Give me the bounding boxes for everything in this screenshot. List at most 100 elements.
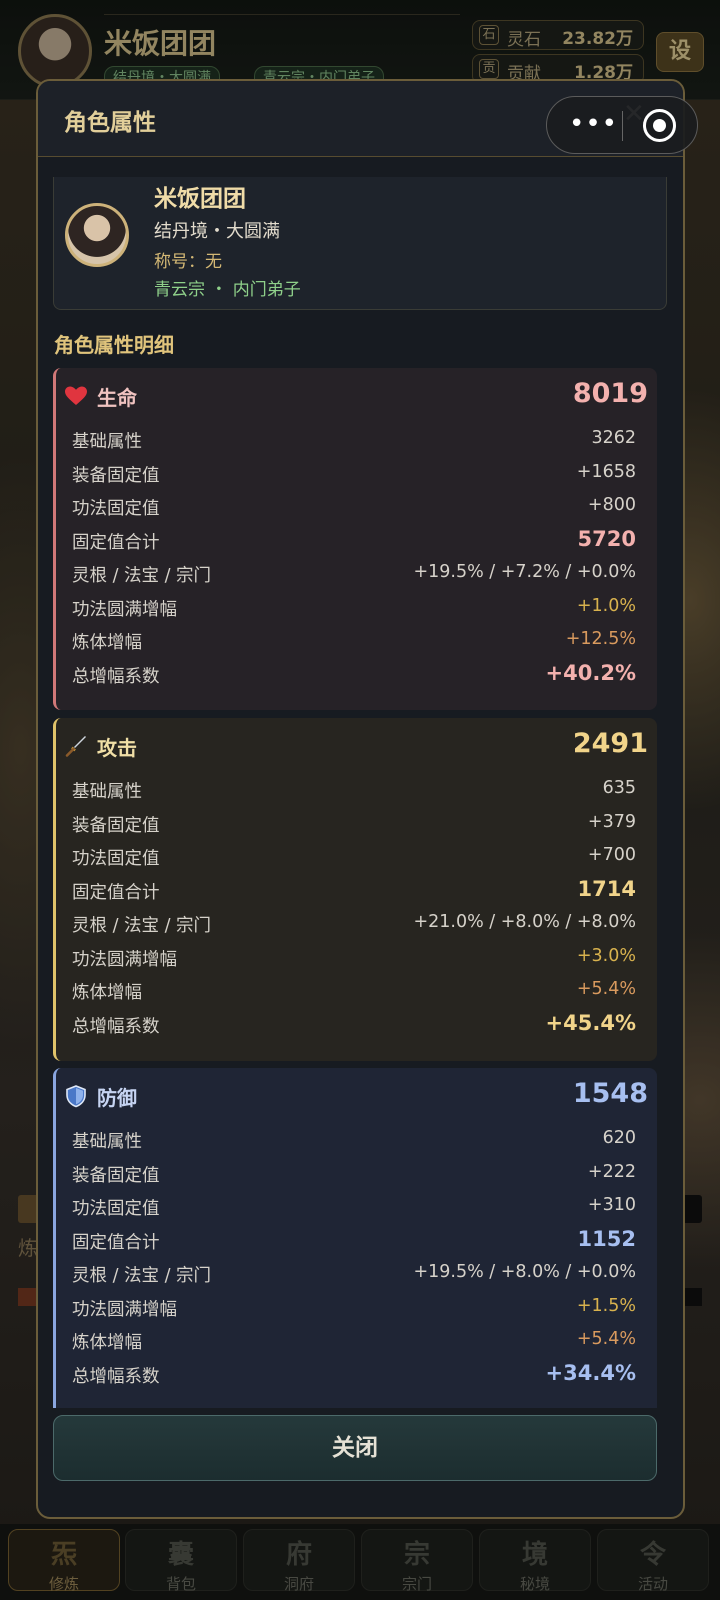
stat-row-value: +19.5% / +7.2% / +0.0% (413, 562, 636, 582)
stat-row-value: 3262 (591, 428, 636, 448)
stat-row-label: 装备固定值 (72, 815, 160, 836)
stat-row-label: 功法圆满增幅 (72, 599, 177, 620)
exit-target-icon[interactable] (643, 109, 676, 142)
stat-card-attack: 攻击 2491 基础属性 635 装备固定值 +379 功法固定值 +700 固定值合… (53, 718, 657, 1061)
stat-row-label: 炼体增幅 (72, 1333, 142, 1353)
stat-row-value: +379 (587, 811, 636, 832)
dialog-body[interactable]: 米饭团团 结丹境・大圆满 称号：无 青云宗 ・ 内门弟子 角色属性明细 生命 8… (38, 177, 683, 1517)
stat-total: 2491 (572, 728, 648, 759)
stat-row: 固定值合计 1152 (72, 1225, 636, 1259)
stat-row-value: +1.0% (576, 595, 636, 616)
stat-row-label: 功法固定值 (72, 1199, 160, 1219)
stat-row-value: +800 (587, 495, 636, 515)
stat-rows: 基础属性 3262 装备固定值 +1658 功法固定值 +800 固定值合计 5720 … (72, 424, 636, 692)
stat-row-label: 功法固定值 (72, 849, 160, 869)
stat-row-label: 灵根 / 法宝 / 宗门 (72, 1266, 212, 1286)
stat-row-value: +5.4% (576, 979, 636, 999)
stat-header: 防御 1548 (64, 1078, 648, 1118)
stat-row-value: +40.2% (545, 660, 636, 685)
stat-row: 基础属性 3262 (72, 424, 636, 458)
stat-row-value: +5.4% (576, 1329, 636, 1349)
capsule-divider (622, 111, 623, 141)
stat-row-label: 灵根 / 法宝 / 宗门 (72, 566, 212, 586)
stat-row-value: 1714 (577, 876, 636, 901)
stat-row: 炼体增幅 +12.5% (72, 625, 636, 659)
stat-row-label: 固定值合计 (72, 882, 160, 903)
stat-row: 功法圆满增幅 +1.5% (72, 1292, 636, 1326)
stat-row: 灵根 / 法宝 / 宗门 +19.5% / +8.0% / +0.0% (72, 1258, 636, 1292)
stat-row: 炼体增幅 +5.4% (72, 975, 636, 1009)
stat-row: 固定值合计 1714 (72, 875, 636, 909)
stat-row-label: 固定值合计 (72, 1232, 160, 1253)
stat-row-label: 固定值合计 (72, 532, 160, 553)
stat-row: 功法圆满增幅 +3.0% (72, 942, 636, 976)
stat-row-value: +12.5% (565, 629, 636, 649)
stat-row: 功法固定值 +800 (72, 491, 636, 525)
stat-row-value: 620 (602, 1128, 636, 1148)
shield-icon (66, 1085, 86, 1108)
stat-rows: 基础属性 620 装备固定值 +222 功法固定值 +310 固定值合计 1152 灵根… (72, 1124, 636, 1392)
stat-row-label: 功法固定值 (72, 499, 160, 519)
more-icon[interactable]: ••• (569, 109, 618, 139)
stat-row-value: +310 (587, 1195, 636, 1215)
stat-row: 功法圆满增幅 +1.0% (72, 592, 636, 626)
stat-card-hp: 生命 8019 基础属性 3262 装备固定值 +1658 功法固定值 +800 固定… (53, 368, 657, 710)
dialog-title: 角色属性 (64, 110, 156, 136)
stat-row: 灵根 / 法宝 / 宗门 +19.5% / +7.2% / +0.0% (72, 558, 636, 592)
stat-row-label: 功法圆满增幅 (72, 1299, 177, 1320)
stat-row-value: +34.4% (545, 1360, 636, 1385)
stat-row: 总增幅系数 +34.4% (72, 1359, 636, 1393)
stat-row-value: 635 (602, 778, 636, 798)
mini-program-capsule: ••• (546, 96, 698, 154)
stat-row-label: 总增幅系数 (72, 1366, 160, 1387)
stat-row-label: 功法圆满增幅 (72, 949, 177, 970)
stat-row: 装备固定值 +222 (72, 1158, 636, 1192)
stat-row: 功法固定值 +310 (72, 1191, 636, 1225)
stat-row-label: 基础属性 (72, 1132, 142, 1152)
stat-row-label: 灵根 / 法宝 / 宗门 (72, 916, 212, 936)
profile-card: 米饭团团 结丹境・大圆满 称号：无 青云宗 ・ 内门弟子 (53, 177, 667, 310)
stat-row: 基础属性 635 (72, 774, 636, 808)
heart-icon (65, 386, 87, 405)
close-button[interactable]: 关闭 (53, 1415, 657, 1481)
profile-realm: 结丹境・大圆满 (154, 221, 280, 242)
sword-icon (65, 736, 86, 757)
stat-row-label: 基础属性 (72, 432, 142, 452)
stat-header: 生命 8019 (64, 378, 648, 418)
stat-row-label: 基础属性 (72, 782, 142, 802)
character-attributes-dialog: 角色属性 ✕ 米饭团团 结丹境・大圆满 称号：无 青云宗 ・ 内门弟子 角色属性… (36, 79, 685, 1519)
stat-row-value: +45.4% (545, 1010, 636, 1035)
avatar (65, 203, 129, 267)
stat-row: 装备固定值 +379 (72, 808, 636, 842)
stat-rows: 基础属性 635 装备固定值 +379 功法固定值 +700 固定值合计 1714 灵根… (72, 774, 636, 1042)
stat-row-value: +700 (587, 845, 636, 865)
profile-name: 米饭团团 (154, 186, 246, 212)
stat-row-value: +19.5% / +8.0% / +0.0% (413, 1262, 636, 1282)
stat-total: 8019 (572, 378, 648, 409)
stat-name: 生命 (97, 386, 137, 410)
stat-row: 灵根 / 法宝 / 宗门 +21.0% / +8.0% / +8.0% (72, 908, 636, 942)
stat-name: 防御 (97, 1086, 137, 1110)
stat-row: 固定值合计 5720 (72, 525, 636, 559)
stat-row: 基础属性 620 (72, 1124, 636, 1158)
stat-row: 装备固定值 +1658 (72, 458, 636, 492)
stat-total: 1548 (572, 1078, 648, 1109)
stat-row-label: 炼体增幅 (72, 983, 142, 1003)
stat-row-value: +3.0% (576, 945, 636, 966)
stat-row-value: +1658 (576, 461, 636, 482)
stat-row-value: +21.0% / +8.0% / +8.0% (413, 912, 636, 932)
stat-row-value: 1152 (577, 1226, 636, 1251)
stat-row: 炼体增幅 +5.4% (72, 1325, 636, 1359)
stat-row: 功法固定值 +700 (72, 841, 636, 875)
stat-row-label: 总增幅系数 (72, 666, 160, 687)
stat-header: 攻击 2491 (64, 728, 648, 768)
stat-row-label: 装备固定值 (72, 465, 160, 486)
stat-row-value: +1.5% (576, 1295, 636, 1316)
profile-sect: 青云宗 ・ 内门弟子 (154, 280, 301, 300)
stat-row-label: 装备固定值 (72, 1165, 160, 1186)
stat-row-value: +222 (587, 1161, 636, 1182)
stat-card-defense: 防御 1548 基础属性 620 装备固定值 +222 功法固定值 +310 固定值合… (53, 1068, 657, 1408)
stat-name: 攻击 (97, 736, 137, 760)
section-title: 角色属性明细 (54, 333, 174, 357)
stat-row: 总增幅系数 +45.4% (72, 1009, 636, 1043)
